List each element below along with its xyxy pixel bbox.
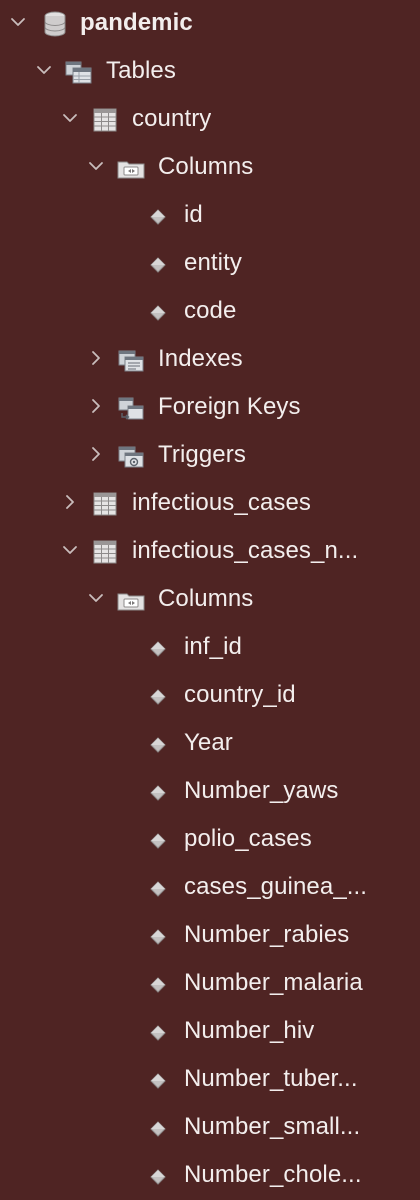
tree-item-label: pandemic <box>80 9 193 36</box>
tree-item-label: infectious_cases <box>132 489 312 516</box>
chevron-down-icon[interactable] <box>10 14 26 30</box>
tree-row-column-entity[interactable]: entity <box>0 240 420 288</box>
column-icon <box>143 1113 173 1143</box>
tree-item-label: Tables <box>106 57 176 84</box>
tree-item-label: Number_malaria <box>184 969 363 996</box>
tree-row-column-polio-cases[interactable]: polio_cases <box>0 816 420 864</box>
tree-row-foreign-keys-folder-country[interactable]: Foreign Keys <box>0 384 420 432</box>
tree-row-table-country[interactable]: country <box>0 96 420 144</box>
tree-row-column-number-small[interactable]: Number_small... <box>0 1104 420 1152</box>
indexes-folder-icon <box>116 345 146 375</box>
tree-item-label: Foreign Keys <box>158 393 301 420</box>
column-icon <box>143 633 173 663</box>
tree-item-label: Columns <box>158 153 254 180</box>
column-icon <box>143 201 173 231</box>
tree-row-indexes-folder-country[interactable]: Indexes <box>0 336 420 384</box>
tree-item-label: Number_hiv <box>184 1017 315 1044</box>
column-icon <box>143 969 173 999</box>
columns-folder-icon <box>116 585 146 615</box>
tree-item-label: infectious_cases_n... <box>132 537 359 564</box>
table-icon <box>90 489 120 519</box>
column-icon <box>143 825 173 855</box>
tree-item-label: Columns <box>158 585 254 612</box>
database-icon <box>40 9 70 39</box>
tree-item-label: cases_guinea_... <box>184 873 368 900</box>
table-icon <box>90 105 120 135</box>
tree-item-label: Triggers <box>158 441 246 468</box>
tree-row-column-inf-id[interactable]: inf_id <box>0 624 420 672</box>
tree-row-column-year[interactable]: Year <box>0 720 420 768</box>
tree-row-columns-folder-infectious-cases-n[interactable]: Columns <box>0 576 420 624</box>
tree-item-label: Indexes <box>158 345 243 372</box>
tree-row-column-id[interactable]: id <box>0 192 420 240</box>
tree-row-column-number-rabies[interactable]: Number_rabies <box>0 912 420 960</box>
tree-item-label: Number_chole... <box>184 1161 362 1188</box>
tree-row-table-infectious-cases-n[interactable]: infectious_cases_n... <box>0 528 420 576</box>
chevron-right-icon[interactable] <box>88 398 104 414</box>
chevron-down-icon[interactable] <box>62 542 78 558</box>
tree-item-label: country <box>132 105 212 132</box>
tree-item-label: country_id <box>184 681 296 708</box>
tree-row-triggers-folder-country[interactable]: Triggers <box>0 432 420 480</box>
chevron-down-icon[interactable] <box>62 110 78 126</box>
tree-row-column-number-malaria[interactable]: Number_malaria <box>0 960 420 1008</box>
column-icon <box>143 297 173 327</box>
chevron-down-icon[interactable] <box>88 158 104 174</box>
tree-row-columns-folder-country[interactable]: Columns <box>0 144 420 192</box>
columns-folder-icon <box>116 153 146 183</box>
tree-row-column-code[interactable]: code <box>0 288 420 336</box>
column-icon <box>143 249 173 279</box>
tree-row-column-number-yaws[interactable]: Number_yaws <box>0 768 420 816</box>
tree-row-schema-pandemic[interactable]: pandemic <box>0 0 420 48</box>
tree-row-column-number-chole[interactable]: Number_chole... <box>0 1152 420 1200</box>
tree-item-label: entity <box>184 249 242 276</box>
tree-row-table-infectious-cases[interactable]: infectious_cases <box>0 480 420 528</box>
tree-item-label: polio_cases <box>184 825 312 852</box>
column-icon <box>143 1017 173 1047</box>
chevron-down-icon[interactable] <box>36 62 52 78</box>
tree-row-column-number-tuber[interactable]: Number_tuber... <box>0 1056 420 1104</box>
tree-item-label: Number_rabies <box>184 921 350 948</box>
tree-item-label: Number_tuber... <box>184 1065 358 1092</box>
tables-folder-icon <box>64 57 94 87</box>
tree-item-label: inf_id <box>184 633 242 660</box>
chevron-right-icon[interactable] <box>88 350 104 366</box>
tree-row-column-country-id[interactable]: country_id <box>0 672 420 720</box>
column-icon <box>143 681 173 711</box>
column-icon <box>143 1161 173 1191</box>
tree-item-label: id <box>184 201 203 228</box>
triggers-folder-icon <box>116 441 146 471</box>
schema-navigator-tree: pandemic Tables country Columns id entity code… <box>0 0 420 1200</box>
foreign-keys-folder-icon <box>116 393 146 423</box>
table-icon <box>90 537 120 567</box>
tree-row-column-number-hiv[interactable]: Number_hiv <box>0 1008 420 1056</box>
column-icon <box>143 873 173 903</box>
tree-row-tables-folder[interactable]: Tables <box>0 48 420 96</box>
chevron-right-icon[interactable] <box>88 446 104 462</box>
tree-item-label: Year <box>184 729 233 756</box>
column-icon <box>143 729 173 759</box>
tree-item-label: Number_small... <box>184 1113 361 1140</box>
chevron-down-icon[interactable] <box>88 590 104 606</box>
tree-item-label: code <box>184 297 237 324</box>
column-icon <box>143 777 173 807</box>
tree-item-label: Number_yaws <box>184 777 339 804</box>
chevron-right-icon[interactable] <box>62 494 78 510</box>
column-icon <box>143 921 173 951</box>
tree-row-column-cases-guinea[interactable]: cases_guinea_... <box>0 864 420 912</box>
column-icon <box>143 1065 173 1095</box>
